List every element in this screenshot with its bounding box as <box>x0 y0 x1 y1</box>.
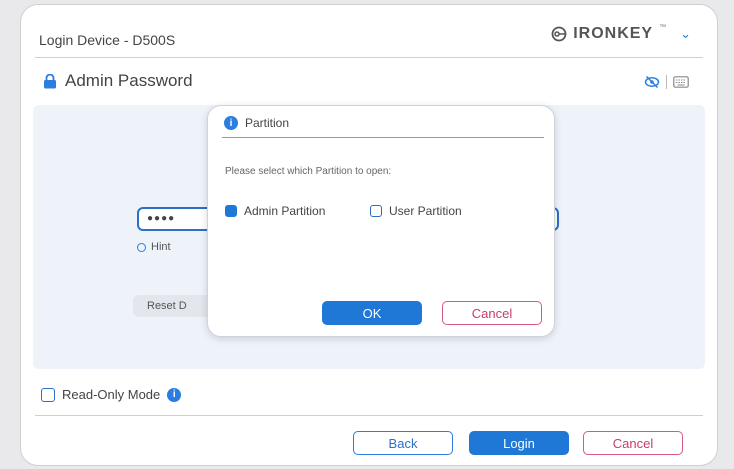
user-partition-option[interactable]: User Partition <box>370 204 462 218</box>
dialog-cancel-button[interactable]: Cancel <box>442 301 542 325</box>
footer-divider <box>35 415 703 416</box>
lock-icon <box>44 73 56 88</box>
admin-password-heading: Admin Password <box>65 71 193 90</box>
hint-label: Hint <box>151 241 171 253</box>
login-button[interactable]: Login <box>469 431 569 455</box>
eye-off-icon[interactable] <box>644 75 660 89</box>
reset-button[interactable]: Reset D <box>133 295 213 317</box>
ok-button[interactable]: OK <box>322 301 422 325</box>
dialog-prompt: Please select which Partition to open: <box>225 166 392 177</box>
admin-partition-checkbox[interactable] <box>225 205 237 217</box>
info-icon[interactable]: i <box>167 387 182 402</box>
keyboard-icon[interactable] <box>673 76 689 88</box>
ironkey-logo-icon <box>551 26 567 42</box>
read-only-label: Read-Only Mode <box>62 387 161 402</box>
info-icon: i <box>224 116 238 130</box>
brand-logo[interactable]: IRONKEY ™ ⌄ <box>551 23 691 43</box>
tool-divider <box>666 75 667 89</box>
brand-name: IRONKEY <box>573 25 654 42</box>
title-divider <box>35 57 703 58</box>
input-tools <box>644 75 689 89</box>
trademark: ™ <box>659 23 667 31</box>
user-partition-checkbox[interactable] <box>370 205 382 217</box>
user-partition-label: User Partition <box>389 204 462 218</box>
title-bar: Login Device - D500S IRONKEY ™ ⌄ <box>21 5 717 61</box>
chevron-down-icon[interactable]: ⌄ <box>680 26 691 42</box>
window-title: Login Device - D500S <box>39 32 176 48</box>
dialog-title: Partition <box>245 116 290 130</box>
admin-header: Admin Password <box>43 71 193 91</box>
reset-label: Reset D <box>147 300 187 312</box>
read-only-checkbox[interactable] <box>41 387 55 402</box>
back-button[interactable]: Back <box>353 431 453 455</box>
partition-dialog: i Partition Please select which Partitio… <box>207 105 555 337</box>
dialog-divider <box>222 137 544 138</box>
dialog-header: i Partition <box>224 116 289 130</box>
cancel-button[interactable]: Cancel <box>583 431 683 455</box>
admin-partition-label: Admin Partition <box>244 204 326 218</box>
hint-toggle[interactable]: Hint <box>137 241 171 253</box>
read-only-mode[interactable]: Read-Only Mode i <box>41 387 182 402</box>
hint-radio-icon <box>137 242 146 252</box>
login-window: Login Device - D500S IRONKEY ™ ⌄ Admin P… <box>20 4 718 466</box>
password-mask: ●●●● <box>147 213 176 224</box>
admin-partition-option[interactable]: Admin Partition <box>225 204 325 218</box>
